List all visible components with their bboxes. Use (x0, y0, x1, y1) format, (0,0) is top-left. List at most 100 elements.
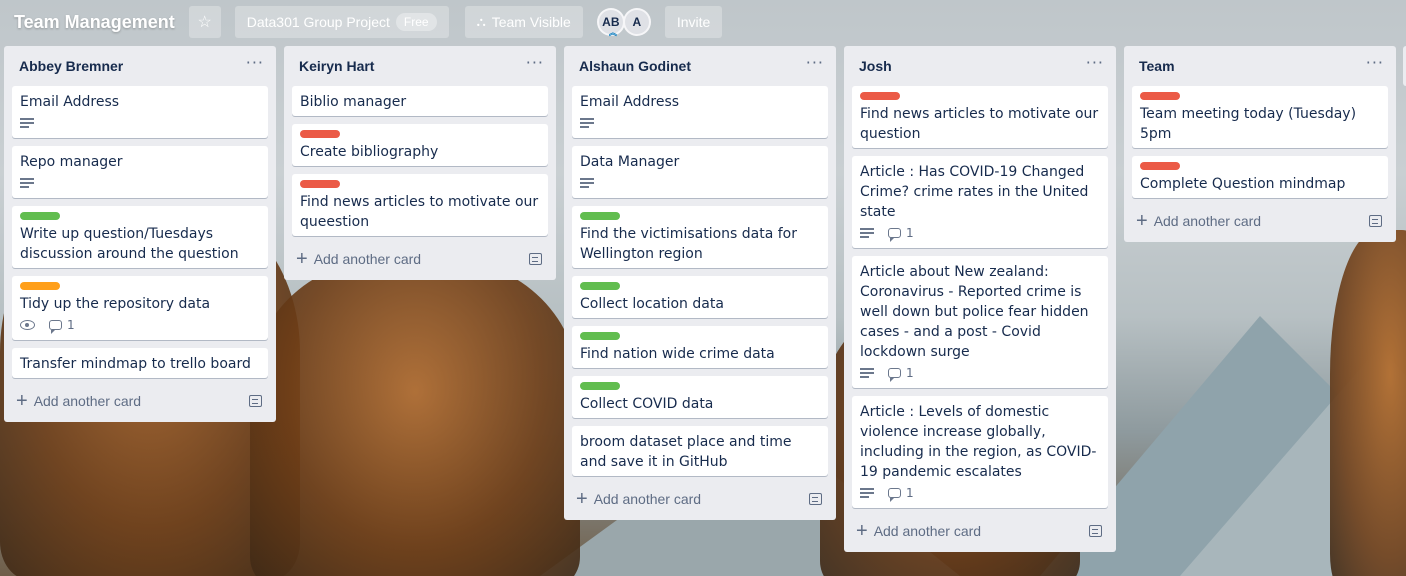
description-badge (860, 488, 874, 498)
add-card-row: + Add another card (1132, 206, 1388, 236)
card[interactable]: Team meeting today (Tuesday) 5pm (1132, 86, 1388, 148)
add-card-button[interactable]: + Add another card (296, 249, 421, 269)
comments-badge: 1 (888, 223, 914, 243)
card[interactable]: Collect COVID data (572, 376, 828, 418)
card-title: broom dataset place and time and save it… (580, 434, 792, 470)
plus-icon: + (856, 520, 868, 542)
card-title: Write up question/Tuesdays discussion ar… (20, 226, 239, 262)
card-title: Collect location data (580, 296, 724, 312)
card-label[interactable] (300, 130, 340, 138)
add-card-button[interactable]: + Add another card (856, 521, 981, 541)
comments-badge: 1 (49, 315, 75, 335)
board-title[interactable]: Team Management (14, 12, 181, 33)
card-title: Repo manager (20, 154, 123, 170)
card-label[interactable] (20, 282, 60, 290)
card-title: Create bibliography (300, 144, 439, 160)
card[interactable]: Article : Levels of domestic violence in… (852, 396, 1108, 508)
add-card-label: Add another card (1153, 213, 1262, 229)
list-title[interactable]: Abbey Bremner (19, 58, 123, 74)
more-options-icon[interactable]: ··· (246, 55, 264, 74)
add-card-button[interactable]: + Add another card (16, 391, 141, 411)
add-card-row: + Add another card (852, 516, 1108, 546)
card-badges (20, 172, 260, 194)
card[interactable]: Collect location data (572, 276, 828, 318)
card[interactable]: Find news articles to motivate our quest… (852, 86, 1108, 148)
card-title: Article : Has COVID-19 Changed Crime? cr… (860, 164, 1089, 220)
card[interactable]: Article about New zealand: Coronavirus -… (852, 256, 1108, 388)
card[interactable]: Biblio manager (292, 86, 548, 116)
card-title: Find the victimisations data for Welling… (580, 226, 798, 262)
card-label[interactable] (20, 212, 60, 220)
avatar[interactable]: AB ︽ (596, 8, 625, 37)
visibility-label: Team Visible (491, 14, 571, 30)
card-label[interactable] (1140, 162, 1180, 170)
avatar[interactable]: A (622, 8, 651, 36)
plus-icon: + (296, 248, 308, 270)
card-badges: 1 (860, 362, 1100, 384)
more-options-icon[interactable]: ··· (1366, 55, 1384, 74)
card-title: Email Address (580, 94, 680, 110)
card[interactable]: Complete Question mindmap (1132, 156, 1388, 198)
card-label[interactable] (860, 92, 900, 100)
card[interactable]: Data Manager (572, 146, 828, 198)
comment-count: 1 (906, 486, 914, 500)
list-title[interactable]: Team (1139, 58, 1175, 74)
add-card-label: Add another card (33, 393, 142, 409)
card[interactable]: Tidy up the repository data 1 (12, 276, 268, 340)
list-title[interactable]: Keiryn Hart (299, 58, 374, 74)
plus-icon: + (576, 488, 588, 510)
card[interactable]: broom dataset place and time and save it… (572, 426, 828, 476)
card-title: Article : Levels of domestic violence in… (860, 404, 1097, 480)
card-label[interactable] (300, 180, 340, 188)
card-label[interactable] (1140, 92, 1180, 100)
more-options-icon[interactable]: ··· (1086, 55, 1104, 74)
comment-icon (888, 488, 901, 502)
add-card-label: Add another card (313, 251, 422, 267)
add-card-row: + Add another card (12, 386, 268, 416)
add-card-button[interactable]: + Add another card (1136, 211, 1261, 231)
list: Josh ··· Find news articles to motivate ou… (844, 46, 1116, 552)
list-title[interactable]: Alshaun Godinet (579, 58, 691, 74)
card-label[interactable] (580, 212, 620, 220)
card[interactable]: Write up question/Tuesdays discussion ar… (12, 206, 268, 268)
card[interactable]: Transfer mindmap to trello board (12, 348, 268, 378)
card-title: Tidy up the repository data (20, 296, 211, 312)
card-template-icon[interactable] (529, 253, 542, 265)
list-title[interactable]: Josh (859, 58, 892, 74)
card-title: Find nation wide crime data (580, 346, 775, 362)
star-icon: ☆ (197, 14, 212, 31)
card-template-icon[interactable] (1089, 525, 1102, 537)
card[interactable]: Find news articles to motivate our quees… (292, 174, 548, 236)
star-button[interactable]: ☆ (188, 6, 221, 38)
card-label[interactable] (580, 282, 620, 290)
card-label[interactable] (580, 382, 620, 390)
workspace-button[interactable]: Data301 Group Project Free (234, 6, 449, 38)
card-label[interactable] (580, 332, 620, 340)
card[interactable]: Article : Has COVID-19 Changed Crime? cr… (852, 156, 1108, 248)
add-card-label: Add another card (593, 491, 702, 507)
description-icon (580, 118, 594, 128)
card-template-icon[interactable] (1369, 215, 1382, 227)
card-template-icon[interactable] (249, 395, 262, 407)
more-options-icon[interactable]: ··· (526, 55, 544, 74)
card[interactable]: Create bibliography (292, 124, 548, 166)
description-icon (580, 178, 594, 188)
card-template-icon[interactable] (809, 493, 822, 505)
card-title: Biblio manager (300, 94, 407, 110)
card[interactable]: Find the victimisations data for Welling… (572, 206, 828, 268)
visibility-button[interactable]: ⛬ Team Visible (464, 6, 583, 38)
comment-count: 1 (67, 318, 75, 332)
add-card-row: + Add another card (572, 484, 828, 514)
card-title: Data Manager (580, 154, 680, 170)
card[interactable]: Email Address (572, 86, 828, 138)
card-title: Find news articles to motivate our quees… (300, 194, 539, 230)
card[interactable]: Repo manager (12, 146, 268, 198)
add-card-button[interactable]: + Add another card (576, 489, 701, 509)
card-title: Complete Question mindmap (1140, 176, 1346, 192)
description-badge (20, 178, 34, 188)
more-options-icon[interactable]: ··· (806, 55, 824, 74)
list-header: Keiryn Hart ··· (292, 46, 548, 86)
card[interactable]: Find nation wide crime data (572, 326, 828, 368)
card[interactable]: Email Address (12, 86, 268, 138)
invite-button[interactable]: Invite (664, 6, 723, 38)
